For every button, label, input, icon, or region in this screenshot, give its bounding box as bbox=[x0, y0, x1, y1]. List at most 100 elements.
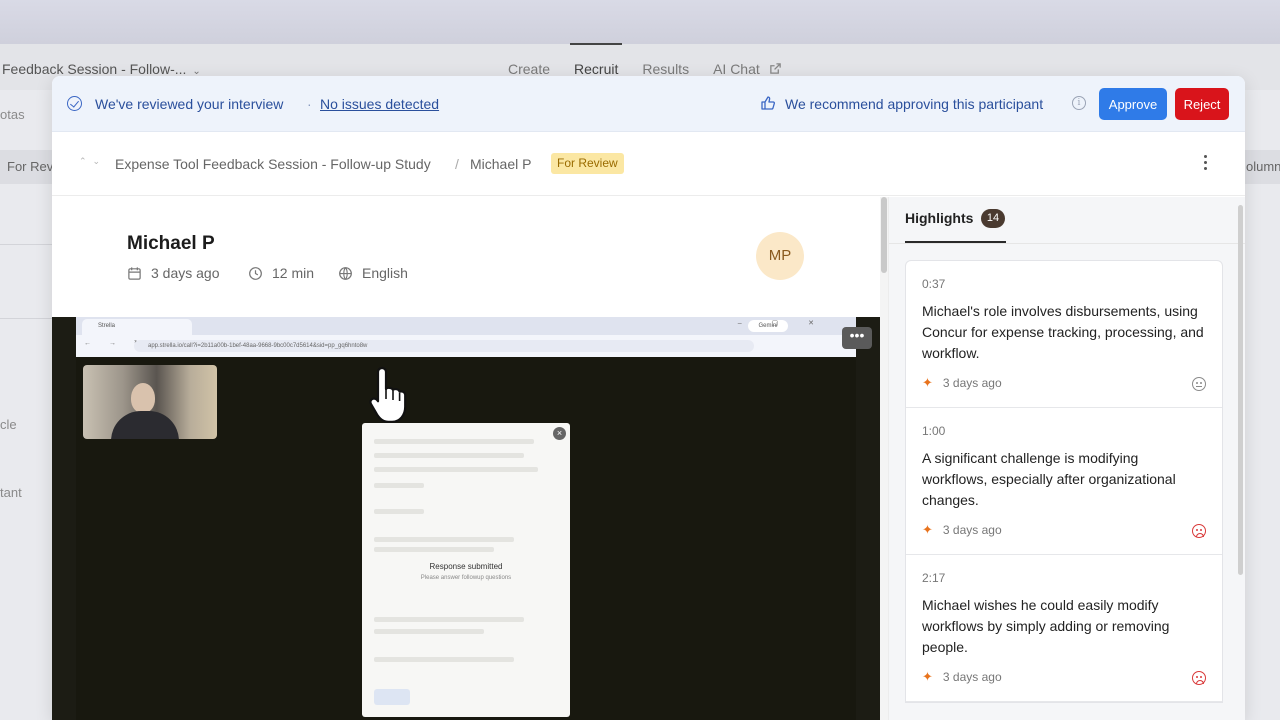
meta-date: 3 days ago bbox=[127, 265, 220, 281]
blurred-text bbox=[374, 509, 424, 514]
ai-sparkle-icon: ✦ bbox=[922, 375, 933, 390]
app-top-bar bbox=[0, 0, 1280, 44]
study-title-text: Feedback Session - Follow-... bbox=[2, 61, 187, 77]
meta-duration-text: 12 min bbox=[272, 265, 315, 281]
tab-highlights[interactable]: Highlights bbox=[905, 210, 973, 226]
highlights-pane: Highlights 14 0:37 Michael's role involv… bbox=[888, 197, 1245, 720]
side-label-cycle: cle bbox=[0, 417, 17, 432]
response-submitted-subtitle: Please answer followup questions bbox=[420, 575, 512, 581]
external-link-icon bbox=[769, 63, 781, 74]
check-circle-icon bbox=[67, 96, 82, 111]
blurred-text bbox=[374, 547, 494, 552]
breadcrumb-participant: Michael P bbox=[470, 156, 532, 172]
scrollbar-thumb[interactable] bbox=[881, 197, 887, 273]
ai-sparkle-icon: ✦ bbox=[922, 522, 933, 537]
ai-sparkle-icon: ✦ bbox=[922, 669, 933, 684]
status-badge: For Review bbox=[551, 153, 624, 174]
hand-pointer-cursor-icon bbox=[369, 366, 407, 423]
blurred-text bbox=[374, 483, 424, 488]
recorded-browser-chrome: Strella Gemini – ▢ ✕ ← → ↻ app.strella.i… bbox=[76, 317, 856, 357]
highlight-text: Michael's role involves disbursements, u… bbox=[922, 303, 1204, 361]
banner-separator: · bbox=[307, 96, 312, 112]
highlight-card[interactable]: 0:37 Michael's role involves disbursemen… bbox=[906, 261, 1222, 408]
side-label-for-review[interactable]: For Rev bbox=[7, 159, 53, 174]
recorded-tab-bar: Strella Gemini – ▢ ✕ bbox=[76, 317, 856, 335]
highlights-scrollbar[interactable] bbox=[1237, 197, 1245, 720]
participant-review-modal: We've reviewed your interview · No issue… bbox=[52, 76, 1245, 720]
blurred-text bbox=[374, 537, 514, 542]
webcam-feed bbox=[83, 365, 217, 439]
scrollbar-thumb[interactable] bbox=[1238, 205, 1243, 575]
info-icon[interactable]: i bbox=[1072, 96, 1086, 110]
negative-sentiment-icon bbox=[1192, 524, 1206, 538]
prev-next-arrows[interactable]: ⌃⌄ bbox=[79, 156, 106, 167]
meta-language-text: English bbox=[362, 265, 408, 281]
meta-date-text: 3 days ago bbox=[151, 265, 220, 281]
app-tabs: Create Recruit Results AI Chat bbox=[508, 43, 782, 77]
no-issues-link[interactable]: No issues detected bbox=[320, 96, 439, 112]
columns-button-label[interactable]: olumn bbox=[1246, 159, 1280, 174]
highlight-age: 3 days ago bbox=[942, 670, 1002, 684]
neutral-sentiment-icon bbox=[1192, 377, 1206, 391]
response-submitted-title: Response submitted bbox=[429, 562, 503, 571]
highlight-age: 3 days ago bbox=[942, 523, 1002, 537]
tab-divider bbox=[889, 243, 1245, 244]
review-banner: We've reviewed your interview · No issue… bbox=[52, 76, 1245, 132]
negative-sentiment-icon bbox=[1192, 671, 1206, 685]
blurred-text bbox=[374, 629, 484, 634]
details-scrollbar[interactable] bbox=[880, 197, 888, 720]
participant-name: Michael P bbox=[127, 233, 215, 254]
breadcrumb: ⌃⌄ Expense Tool Feedback Session - Follo… bbox=[52, 132, 1245, 196]
recommend-text: We recommend approving this participant bbox=[785, 96, 1044, 112]
blurred-text bbox=[374, 453, 524, 458]
breadcrumb-study-link[interactable]: Expense Tool Feedback Session - Follow-u… bbox=[115, 156, 431, 172]
study-title-dropdown[interactable]: Feedback Session - Follow-... ⌄ bbox=[2, 61, 201, 77]
breadcrumb-separator: / bbox=[455, 156, 459, 172]
highlight-text: Michael wishes he could easily modify wo… bbox=[922, 597, 1170, 655]
highlight-card[interactable]: 1:00 A significant challenge is modifyin… bbox=[906, 408, 1222, 555]
close-icon: × bbox=[553, 427, 566, 440]
highlight-card[interactable]: 2:17 Michael wishes he could easily modi… bbox=[906, 555, 1222, 702]
highlights-list: 0:37 Michael's role involves disbursemen… bbox=[905, 260, 1223, 703]
more-options-icon[interactable] bbox=[1198, 152, 1212, 174]
meta-language: English bbox=[338, 265, 408, 281]
tab-recruit[interactable]: Recruit bbox=[569, 43, 623, 77]
blurred-text bbox=[374, 657, 514, 662]
blurred-text bbox=[374, 617, 524, 622]
blurred-text bbox=[374, 439, 534, 444]
highlight-footer: ✦ 3 days ago bbox=[922, 522, 1002, 538]
highlight-footer: ✦ 3 days ago bbox=[922, 375, 1002, 391]
side-label-quotas: otas bbox=[0, 107, 25, 122]
approve-button[interactable]: Approve bbox=[1099, 88, 1167, 120]
avatar: MP bbox=[756, 232, 804, 280]
highlight-text: A significant challenge is modifying wor… bbox=[922, 450, 1176, 508]
calendar-icon bbox=[128, 266, 141, 280]
thumbs-up-icon bbox=[761, 96, 775, 110]
highlight-timestamp[interactable]: 1:00 bbox=[922, 424, 1206, 438]
globe-icon bbox=[339, 266, 352, 280]
highlight-age: 3 days ago bbox=[942, 376, 1002, 390]
recorded-tab: Strella bbox=[82, 319, 192, 335]
tab-results[interactable]: Results bbox=[642, 61, 689, 77]
recorded-window-controls: – ▢ ✕ bbox=[737, 320, 828, 327]
clock-icon bbox=[249, 266, 262, 280]
webcam-person-body bbox=[111, 411, 179, 439]
recorded-submit-button bbox=[374, 689, 410, 705]
side-label-participant: tant bbox=[0, 485, 22, 500]
reject-button[interactable]: Reject bbox=[1175, 88, 1229, 120]
row-divider bbox=[0, 244, 52, 245]
webcam-person-head bbox=[131, 383, 155, 413]
highlight-timestamp[interactable]: 0:37 bbox=[922, 277, 1206, 291]
recorded-survey-card: × Response submitted Please answer follo… bbox=[362, 423, 570, 717]
highlights-count-badge: 14 bbox=[981, 209, 1005, 228]
tab-ai-chat[interactable]: AI Chat bbox=[713, 61, 782, 77]
reviewed-text: We've reviewed your interview bbox=[95, 96, 284, 112]
tab-create[interactable]: Create bbox=[508, 61, 550, 77]
highlight-footer: ✦ 3 days ago bbox=[922, 669, 1002, 685]
interview-video-player[interactable]: Strella Gemini – ▢ ✕ ← → ↻ app.strella.i… bbox=[52, 317, 880, 720]
blurred-text bbox=[374, 467, 538, 472]
recorded-address-bar: app.strella.io/call?i=2b11a00b-1bef-48aa… bbox=[134, 340, 754, 352]
tab-ai-chat-label: AI Chat bbox=[713, 61, 760, 77]
highlight-timestamp[interactable]: 2:17 bbox=[922, 571, 1206, 585]
video-more-button[interactable]: ••• bbox=[842, 327, 872, 349]
